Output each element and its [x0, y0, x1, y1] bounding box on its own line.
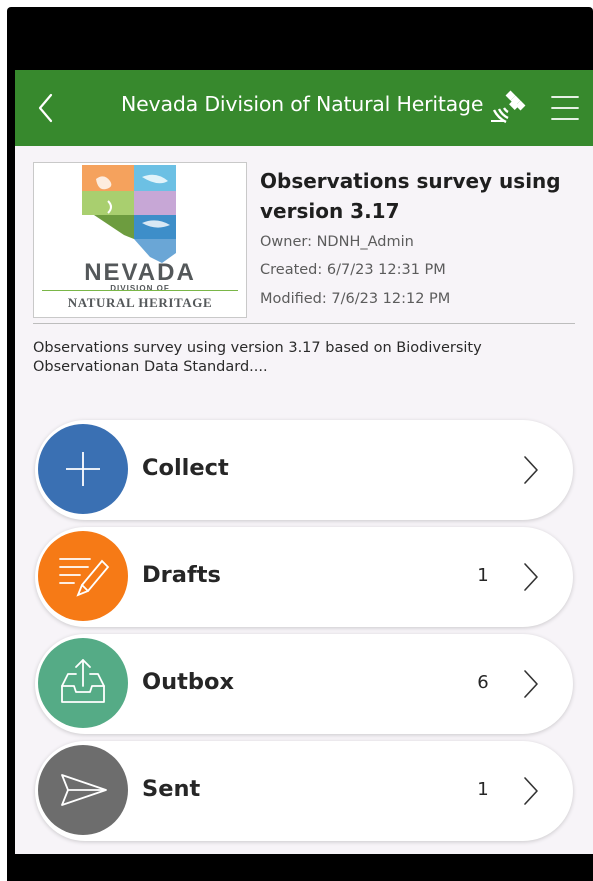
- sent-label: Sent: [142, 776, 201, 802]
- outbox-button[interactable]: Outbox 6: [35, 634, 573, 734]
- chevron-right-icon: [524, 670, 538, 698]
- collect-icon-circle: [38, 424, 128, 514]
- satellite-gps-icon[interactable]: [485, 86, 529, 130]
- drafts-label: Drafts: [142, 562, 221, 588]
- outbox-icon-circle: [38, 638, 128, 728]
- chevron-right-icon: [524, 777, 538, 805]
- survey-description: Observations survey using version 3.17 b…: [33, 340, 482, 375]
- edit-list-icon: [59, 558, 110, 597]
- drafts-count: 1: [477, 565, 489, 586]
- outbox-label: Outbox: [142, 669, 234, 695]
- chevron-right-icon: [524, 456, 538, 484]
- logo-text-nevada: NEVADA: [84, 259, 196, 286]
- logo-rule: [42, 290, 238, 291]
- upload-tray-icon: [61, 659, 105, 703]
- drafts-button[interactable]: Drafts 1: [35, 527, 573, 627]
- sent-button[interactable]: Sent 1: [35, 741, 573, 841]
- survey-logo: NEVADA DIVISION OF NATURAL HERITAGE: [33, 162, 247, 318]
- outbox-count: 6: [477, 672, 489, 693]
- header-title: Nevada Division of Natural Heritage: [121, 92, 484, 116]
- hamburger-menu-icon[interactable]: [549, 92, 581, 124]
- device-bottom-bar: [7, 854, 593, 881]
- drafts-icon-circle: [38, 531, 128, 621]
- sent-count: 1: [477, 779, 489, 800]
- divider: [33, 323, 575, 324]
- chevron-right-icon: [524, 563, 538, 591]
- collect-label: Collect: [142, 455, 229, 481]
- survey-owner: Owner: NDNH_Admin: [260, 234, 414, 250]
- logo-text-division: DIVISION OF: [110, 284, 170, 293]
- app-screen: Nevada Division of Natural Heritage NEVA…: [15, 70, 593, 854]
- logo-text-heritage: NATURAL HERITAGE: [67, 295, 213, 310]
- plus-icon: [66, 452, 100, 486]
- collect-button[interactable]: Collect: [35, 420, 573, 520]
- chevron-left-icon[interactable]: [27, 88, 67, 128]
- survey-created: Created: 6/7/23 12:31 PM: [260, 262, 446, 278]
- survey-title: Observations survey using version 3.17: [260, 169, 561, 223]
- nevada-map-logo: [82, 165, 176, 263]
- sent-icon-circle: [38, 745, 128, 835]
- send-icon: [61, 774, 107, 806]
- survey-modified: Modified: 7/6/23 12:12 PM: [260, 291, 451, 307]
- app-header: Nevada Division of Natural Heritage: [15, 70, 593, 146]
